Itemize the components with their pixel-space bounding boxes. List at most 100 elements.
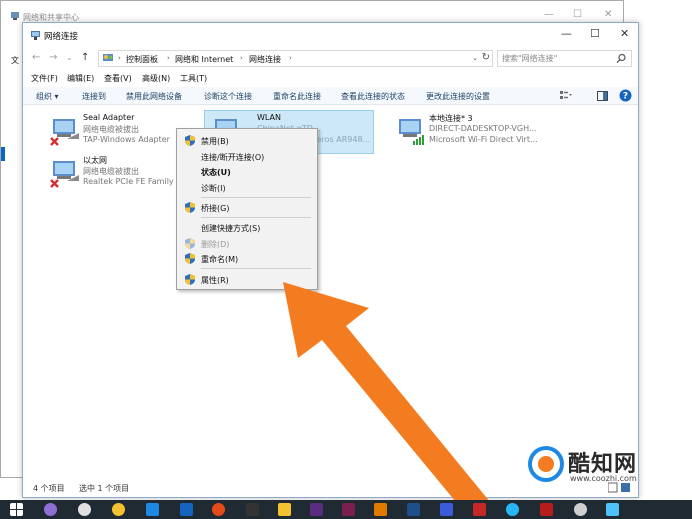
preview-pane-icon[interactable] <box>597 91 608 101</box>
menu-item-label: 禁用(B) <box>201 137 229 146</box>
help-icon[interactable]: ? <box>619 89 632 102</box>
organize-button[interactable]: 组织 ▾ <box>36 91 59 102</box>
app-icon[interactable] <box>440 503 453 516</box>
menu-item-disable[interactable]: 禁用(B) <box>179 133 315 148</box>
search-input[interactable] <box>502 54 612 63</box>
menu-bar: 文件(F) 编辑(E) 查看(V) 高级(N) 工具(T) <box>23 71 638 87</box>
menu-item-create-shortcut[interactable]: 创建快捷方式(S) <box>179 220 315 235</box>
menu-item-label: 属性(R) <box>201 276 229 285</box>
app-icon[interactable] <box>246 503 259 516</box>
menu-item-properties[interactable]: 属性(R) <box>179 272 315 287</box>
breadcrumb-network-connections[interactable]: 网络连接 <box>249 54 281 65</box>
ethernet-disconnected-icon <box>50 161 79 188</box>
diagnose-connection-button[interactable]: 诊断这个连接 <box>204 91 252 102</box>
network-connections-window[interactable]: 网络连接 — ☐ ✕ ← → ⌄ ↑ › 控制面板 › 网络和 Internet… <box>22 22 639 498</box>
settings-gear-icon[interactable] <box>574 503 587 516</box>
network-connections-icon <box>31 31 40 40</box>
refresh-button[interactable]: ↻ <box>482 52 490 63</box>
app-icon[interactable] <box>506 503 519 516</box>
menu-item-rename[interactable]: 重命名(M) <box>179 251 315 266</box>
indesign-icon[interactable] <box>342 503 355 516</box>
menu-view[interactable]: 查看(V) <box>104 73 132 84</box>
address-dropdown-button[interactable]: ⌄ <box>472 54 478 62</box>
file-explorer-icon[interactable] <box>278 503 291 516</box>
adapter-ethernet[interactable]: 以太网 网络电缆被拔出 Realtek PCIe FE Family <box>43 153 195 193</box>
adapter-name: WLAN <box>257 113 282 122</box>
premiere-icon[interactable] <box>310 503 323 516</box>
forward-button[interactable]: → <box>49 52 57 64</box>
connect-to-button[interactable]: 连接到 <box>82 91 106 102</box>
rename-connection-button[interactable]: 重命名此连接 <box>273 91 321 102</box>
menu-separator <box>201 197 311 198</box>
breadcrumb-network-internet[interactable]: 网络和 Internet <box>175 54 233 65</box>
illustrator-icon[interactable] <box>374 503 387 516</box>
adapter-seal[interactable]: Seal Adapter 网络电缆被拔出 TAP-Windows Adapter <box>43 111 195 151</box>
titlebar[interactable]: 网络连接 — ☐ ✕ <box>23 23 638 47</box>
minimize-button[interactable]: — <box>544 10 554 20</box>
adapter-name: Seal Adapter <box>83 113 135 122</box>
uac-shield-icon <box>185 238 195 249</box>
adapter-list: Seal Adapter 网络电缆被拔出 TAP-Windows Adapter… <box>23 105 638 477</box>
minimize-button[interactable]: — <box>561 28 572 40</box>
taskbar <box>0 500 692 519</box>
app-icon[interactable] <box>606 503 619 516</box>
maximize-button[interactable]: ☐ <box>573 10 582 20</box>
close-button[interactable]: ✕ <box>620 28 629 40</box>
menu-item-bridge[interactable]: 桥接(G) <box>179 200 315 215</box>
change-settings-button[interactable]: 更改此连接的设置 <box>426 91 490 102</box>
menu-tools[interactable]: 工具(T) <box>180 73 207 84</box>
menu-item-diagnose[interactable]: 诊断(I) <box>179 180 315 195</box>
network-sharing-icon <box>11 12 19 20</box>
control-panel-icon <box>103 54 113 61</box>
recent-locations-button[interactable]: ⌄ <box>66 52 73 64</box>
close-button[interactable]: ✕ <box>604 10 612 20</box>
context-menu: 禁用(B) 连接/断开连接(O) 状态(U) 诊断(I) 桥接(G) 创建快捷方… <box>176 128 318 290</box>
uac-shield-icon <box>185 274 195 285</box>
ie-browser-icon[interactable] <box>146 503 159 516</box>
app-icon[interactable] <box>78 503 91 516</box>
uac-shield-icon <box>185 253 195 264</box>
windows-start-icon[interactable] <box>10 503 23 516</box>
selected-count: 选中 1 个项目 <box>79 484 130 493</box>
menu-edit[interactable]: 编辑(E) <box>67 73 94 84</box>
app-icon[interactable] <box>212 503 225 516</box>
breadcrumb-control-panel[interactable]: 控制面板 <box>126 54 158 65</box>
address-bar[interactable]: › 控制面板 › 网络和 Internet › 网络连接 › ⌄ ↻ <box>98 50 493 67</box>
menu-advanced[interactable]: 高级(N) <box>142 73 170 84</box>
app-icon[interactable] <box>540 503 553 516</box>
adapter-device: TAP-Windows Adapter <box>83 135 170 144</box>
window-title: 网络连接 <box>44 32 79 42</box>
app-icon[interactable] <box>44 503 57 516</box>
breadcrumb-separator: › <box>118 54 121 62</box>
app-icon[interactable] <box>473 503 486 516</box>
disable-device-button[interactable]: 禁用此网络设备 <box>126 91 182 102</box>
menu-separator <box>201 268 311 269</box>
breadcrumb-separator: › <box>167 54 170 62</box>
watermark-url: www.coozhi.com <box>570 474 637 483</box>
search-box[interactable] <box>497 50 632 67</box>
menu-item-status[interactable]: 状态(U) <box>179 164 315 179</box>
view-options-icon[interactable] <box>560 91 572 101</box>
back-button[interactable]: ← <box>32 52 40 64</box>
adapter-local-connection-3[interactable]: 本地连接* 3 DIRECT-DADESKTOP-VGH... Microsof… <box>389 111 569 151</box>
search-icon[interactable] <box>616 53 627 64</box>
menu-item-label: 诊断(I) <box>201 184 226 193</box>
menu-item-connect-disconnect[interactable]: 连接/断开连接(O) <box>179 149 315 164</box>
item-count: 4 个项目 <box>33 484 65 493</box>
breadcrumb-separator: › <box>289 54 292 62</box>
adapter-status: 网络电缆被拔出 <box>83 167 139 176</box>
app-icon[interactable] <box>180 503 193 516</box>
adapter-status: DIRECT-DADESKTOP-VGH... <box>429 124 537 133</box>
background-left-pane <box>1 29 23 469</box>
view-status-button[interactable]: 查看此连接的状态 <box>341 91 405 102</box>
adapter-device: Realtek PCIe FE Family <box>83 177 174 186</box>
menu-item-label: 重命名(M) <box>201 255 239 264</box>
up-button[interactable]: ↑ <box>81 52 89 64</box>
svg-text:?: ? <box>623 92 628 102</box>
menu-file[interactable]: 文件(F) <box>31 73 58 84</box>
menu-separator <box>201 217 311 218</box>
maximize-button[interactable]: ☐ <box>590 28 600 40</box>
background-file-menu[interactable]: 文 <box>11 55 19 66</box>
photoshop-icon[interactable] <box>407 503 420 516</box>
app-icon[interactable] <box>112 503 125 516</box>
